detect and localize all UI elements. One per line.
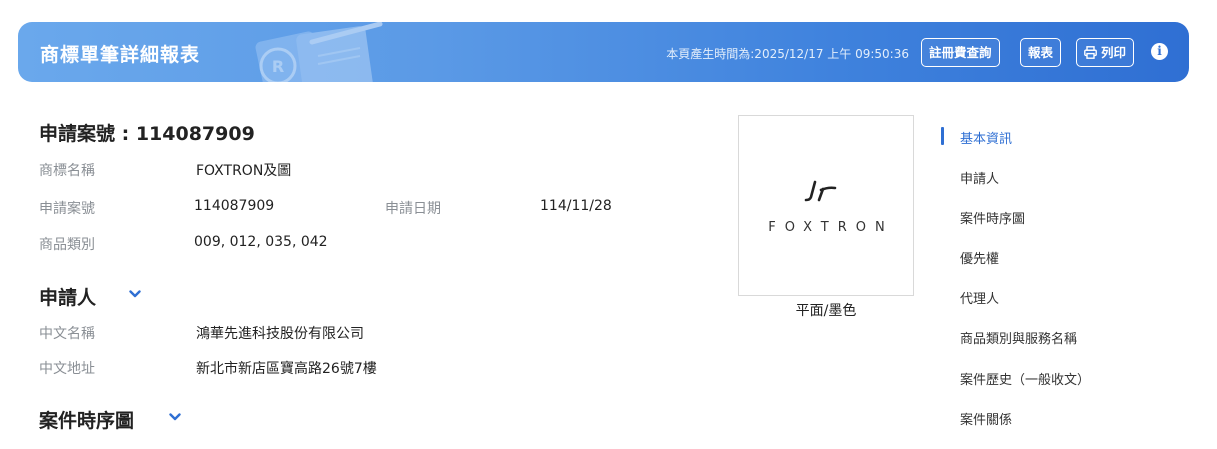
trademark-image: FOXTRON [738,115,914,296]
image-caption: 平面/墨色 [795,303,857,319]
chinese-address-value: 新北市新店區寶高路26號7樓 [196,361,377,377]
toc-item-agent[interactable]: 代理人 [960,288,999,307]
toc-item-timeline[interactable]: 案件時序圖 [960,208,1025,227]
toc-item-priority[interactable]: 優先權 [960,248,999,267]
svg-text:R: R [272,57,284,76]
foxtron-wordmark: FOXTRON [768,220,894,235]
page-title: 商標單筆詳細報表 [40,44,201,66]
toc-item-goods-services[interactable]: 商品類別與服務名稱 [960,328,1077,347]
toc-item-basic-info[interactable]: 基本資訊 [960,128,1012,147]
application-number-value: 114087909 [194,198,275,214]
application-number-label: 申請案號 [39,201,95,217]
trademark-illustration-icon: R [255,22,383,82]
toc-item-case-relation[interactable]: 案件關係 [960,409,1012,428]
report-body: 申請案號 : 114087909 商標名稱 FOXTRON及圖 申請案號 114… [0,82,1217,449]
trademark-name-value: FOXTRON及圖 [196,163,292,179]
toc-item-case-history[interactable]: 案件歷史（一般收文） [960,369,1090,388]
applicant-chevron-down-icon[interactable] [129,290,141,298]
chinese-name-value: 鴻華先進科技股份有限公司 [196,326,364,342]
generated-timestamp: 本頁產生時間為:2025/12/17 上午 09:50:36 [666,47,909,61]
toc-active-indicator [941,127,944,145]
application-number-heading: 申請案號 : 114087909 [39,123,255,145]
timeline-chevron-down-icon[interactable] [169,413,181,421]
registration-fee-button[interactable]: 註冊費查詢 [921,38,1000,67]
applicant-heading: 申請人 [39,287,97,309]
toc-item-applicant[interactable]: 申請人 [960,168,999,187]
info-icon[interactable]: i [1151,43,1168,60]
trademark-name-label: 商標名稱 [39,163,95,179]
report-header: 商標單筆詳細報表 R 本頁產生時間為:2025/12/17 上午 09:50:3… [18,22,1189,82]
application-date-value: 114/11/28 [540,198,612,214]
foxtron-logo-mark-icon [804,180,837,202]
printer-icon [1084,46,1097,59]
goods-class-label: 商品類別 [39,237,95,253]
chinese-name-label: 中文名稱 [39,326,95,342]
print-button-label: 列印 [1101,45,1127,60]
goods-class-value: 009, 012, 035, 042 [194,234,328,250]
chinese-address-label: 中文地址 [39,361,95,377]
report-button[interactable]: 報表 [1020,38,1062,67]
application-date-label: 申請日期 [385,201,441,217]
print-button[interactable]: 列印 [1076,38,1135,67]
timeline-heading: 案件時序圖 [39,410,135,432]
